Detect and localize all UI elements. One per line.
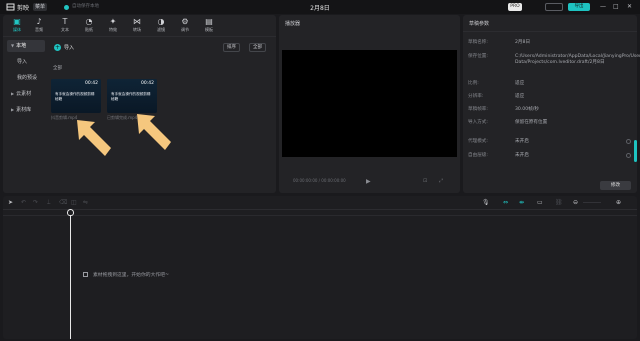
transition-icon: ⋈ bbox=[133, 17, 141, 26]
split-icon[interactable]: ⟘ bbox=[47, 199, 51, 207]
nav-library[interactable]: ▶ 素材库 bbox=[7, 104, 45, 116]
title-bar: 剪映 菜单 自动保存本地 2月8日 PRO 导出 — □ ✕ bbox=[0, 0, 640, 14]
tab-text[interactable]: T 文本 bbox=[54, 17, 76, 35]
panel-scrollbar[interactable] bbox=[634, 140, 637, 162]
ratio-icon[interactable]: ⊡ bbox=[423, 178, 427, 184]
playhead[interactable] bbox=[70, 210, 71, 339]
edit-draft-button[interactable]: 修改 bbox=[600, 181, 631, 190]
media-clip-thumbnail[interactable]: 00:42 有手就会操作的视频剪辑秘籍 bbox=[107, 79, 157, 113]
tab-sticker[interactable]: ◔ 贴纸 bbox=[78, 17, 100, 35]
text-icon: T bbox=[62, 17, 68, 26]
props-title: 草稿参数 bbox=[469, 21, 490, 27]
player-timecode: 00:00:00:00 / 00:00:00:00 bbox=[293, 178, 346, 183]
filter-all-dropdown[interactable]: 全部 bbox=[249, 43, 266, 52]
info-icon[interactable] bbox=[626, 153, 631, 158]
caret-right-icon: ▶ bbox=[11, 91, 15, 96]
export-button[interactable]: 导出 bbox=[568, 3, 590, 11]
cursor-select-icon[interactable]: ➤ bbox=[8, 199, 13, 207]
music-note-icon: ♪ bbox=[36, 17, 42, 26]
link-icon[interactable]: ⛓ bbox=[555, 199, 563, 207]
shortcut-button[interactable] bbox=[545, 3, 563, 11]
sticker-icon: ◔ bbox=[85, 17, 93, 26]
nav-cloud[interactable]: ▶ 云素材 bbox=[7, 88, 45, 100]
info-icon[interactable] bbox=[626, 139, 631, 144]
clip-duration: 00:42 bbox=[85, 81, 98, 86]
caret-down-icon: ▼ bbox=[11, 43, 15, 48]
media-side-nav: ▼ 本地 导入 我的预设 ▶ 云素材 ▶ 素材库 bbox=[7, 40, 45, 120]
tab-adjust[interactable]: ⚙ 调节 bbox=[174, 17, 196, 35]
zoom-slider[interactable]: ――― bbox=[583, 199, 601, 207]
tab-template[interactable]: ▤ 模板 bbox=[198, 17, 220, 35]
tab-transition[interactable]: ⋈ 转场 bbox=[126, 17, 148, 35]
all-media-label: 全部 bbox=[53, 66, 62, 71]
clip-duration: 00:42 bbox=[141, 81, 154, 86]
caret-right-icon: ▶ bbox=[11, 107, 15, 112]
timeline-toolbar: ➤ ↶ ↷ ⟘ ⌫ ◫ ⇋ 🎙 ⇔ ⇹ ▭ ⛓ ⊖ ――― ⊕ bbox=[3, 196, 637, 210]
tab-audio[interactable]: ♪ 音频 bbox=[28, 17, 50, 35]
close-icon[interactable]: ✕ bbox=[627, 4, 632, 10]
freeze-icon[interactable]: ◫ bbox=[71, 199, 77, 207]
nav-local[interactable]: ▼ 本地 bbox=[7, 40, 45, 52]
nav-my-presets[interactable]: 我的预设 bbox=[7, 72, 45, 84]
fullscreen-icon[interactable]: ⤢ bbox=[439, 178, 443, 184]
timeline-ruler[interactable] bbox=[3, 210, 637, 216]
adjust-icon: ⚙ bbox=[181, 17, 189, 26]
playhead-handle-icon[interactable] bbox=[67, 209, 74, 216]
template-icon: ▤ bbox=[205, 17, 213, 26]
filter-icon: ◑ bbox=[157, 17, 165, 26]
media-tabs: ▣ 媒体 ♪ 音频 T 文本 ◔ 贴纸 ✦ 特效 ⋈ 转场 ◑ 滤镜 ⚙ 调节 bbox=[3, 15, 276, 37]
tab-media[interactable]: ▣ 媒体 bbox=[6, 17, 28, 35]
delete-icon[interactable]: ⌫ bbox=[59, 199, 67, 207]
zoom-in-icon[interactable]: ⊕ bbox=[616, 199, 621, 207]
media-icon: ▣ bbox=[13, 17, 21, 26]
timeline-drop-hint: 素材拖拽到这里，开始你的大作吧~ bbox=[83, 271, 169, 278]
snap-icon[interactable]: ⇹ bbox=[519, 199, 524, 207]
tab-filter[interactable]: ◑ 滤镜 bbox=[150, 17, 172, 35]
player-title: 播放器 bbox=[285, 21, 301, 27]
pro-badge[interactable]: PRO bbox=[508, 3, 522, 11]
player-panel: 播放器 00:00:00:00 / 00:00:00:00 ▶ ⊡ ⤢ bbox=[279, 15, 460, 193]
draft-properties-panel: 草稿参数 草稿名称: 2月8日 保存位置: C:/Users/Administr… bbox=[463, 15, 640, 193]
maximize-icon[interactable]: □ bbox=[613, 4, 619, 10]
player-screen[interactable] bbox=[282, 50, 457, 157]
clip-thumbnail-text: 有手就会操作的视频剪辑秘籍 bbox=[111, 92, 151, 101]
mirror-icon[interactable]: ⇋ bbox=[83, 199, 88, 207]
clip-thumbnail-text: 有手就会操作的视频剪辑秘籍 bbox=[55, 92, 95, 101]
plus-icon: + bbox=[54, 44, 61, 51]
tab-effects[interactable]: ✦ 特效 bbox=[102, 17, 124, 35]
main-track-link-icon[interactable]: ⇔ bbox=[503, 199, 508, 207]
timeline-panel: ➤ ↶ ↷ ⟘ ⌫ ◫ ⇋ 🎙 ⇔ ⇹ ▭ ⛓ ⊖ ――― ⊕ 素材拖拽到这里，… bbox=[3, 196, 637, 339]
project-title: 2月8日 bbox=[310, 5, 330, 12]
redo-icon[interactable]: ↷ bbox=[33, 199, 38, 207]
zoom-out-icon[interactable]: ⊖ bbox=[573, 199, 578, 207]
nav-import[interactable]: 导入 bbox=[7, 56, 45, 68]
preview-axis-icon[interactable]: ▭ bbox=[537, 199, 543, 207]
media-panel: ▣ 媒体 ♪ 音频 T 文本 ◔ 贴纸 ✦ 特效 ⋈ 转场 ◑ 滤镜 ⚙ 调节 bbox=[3, 15, 276, 193]
annotation-arrow-icon bbox=[77, 120, 111, 156]
import-button[interactable]: + 导入 bbox=[54, 43, 74, 53]
play-icon[interactable]: ▶ bbox=[366, 178, 371, 185]
film-icon bbox=[83, 272, 88, 277]
undo-icon[interactable]: ↶ bbox=[21, 199, 26, 207]
annotation-arrow-icon bbox=[137, 114, 171, 150]
media-clip-thumbnail[interactable]: 00:42 有手就会操作的视频剪辑秘籍 bbox=[51, 79, 101, 113]
minimize-icon[interactable]: — bbox=[600, 4, 606, 10]
microphone-icon[interactable]: 🎙 bbox=[482, 199, 490, 207]
sort-button[interactable]: 排序 bbox=[223, 43, 240, 52]
sparkle-icon: ✦ bbox=[109, 17, 117, 26]
